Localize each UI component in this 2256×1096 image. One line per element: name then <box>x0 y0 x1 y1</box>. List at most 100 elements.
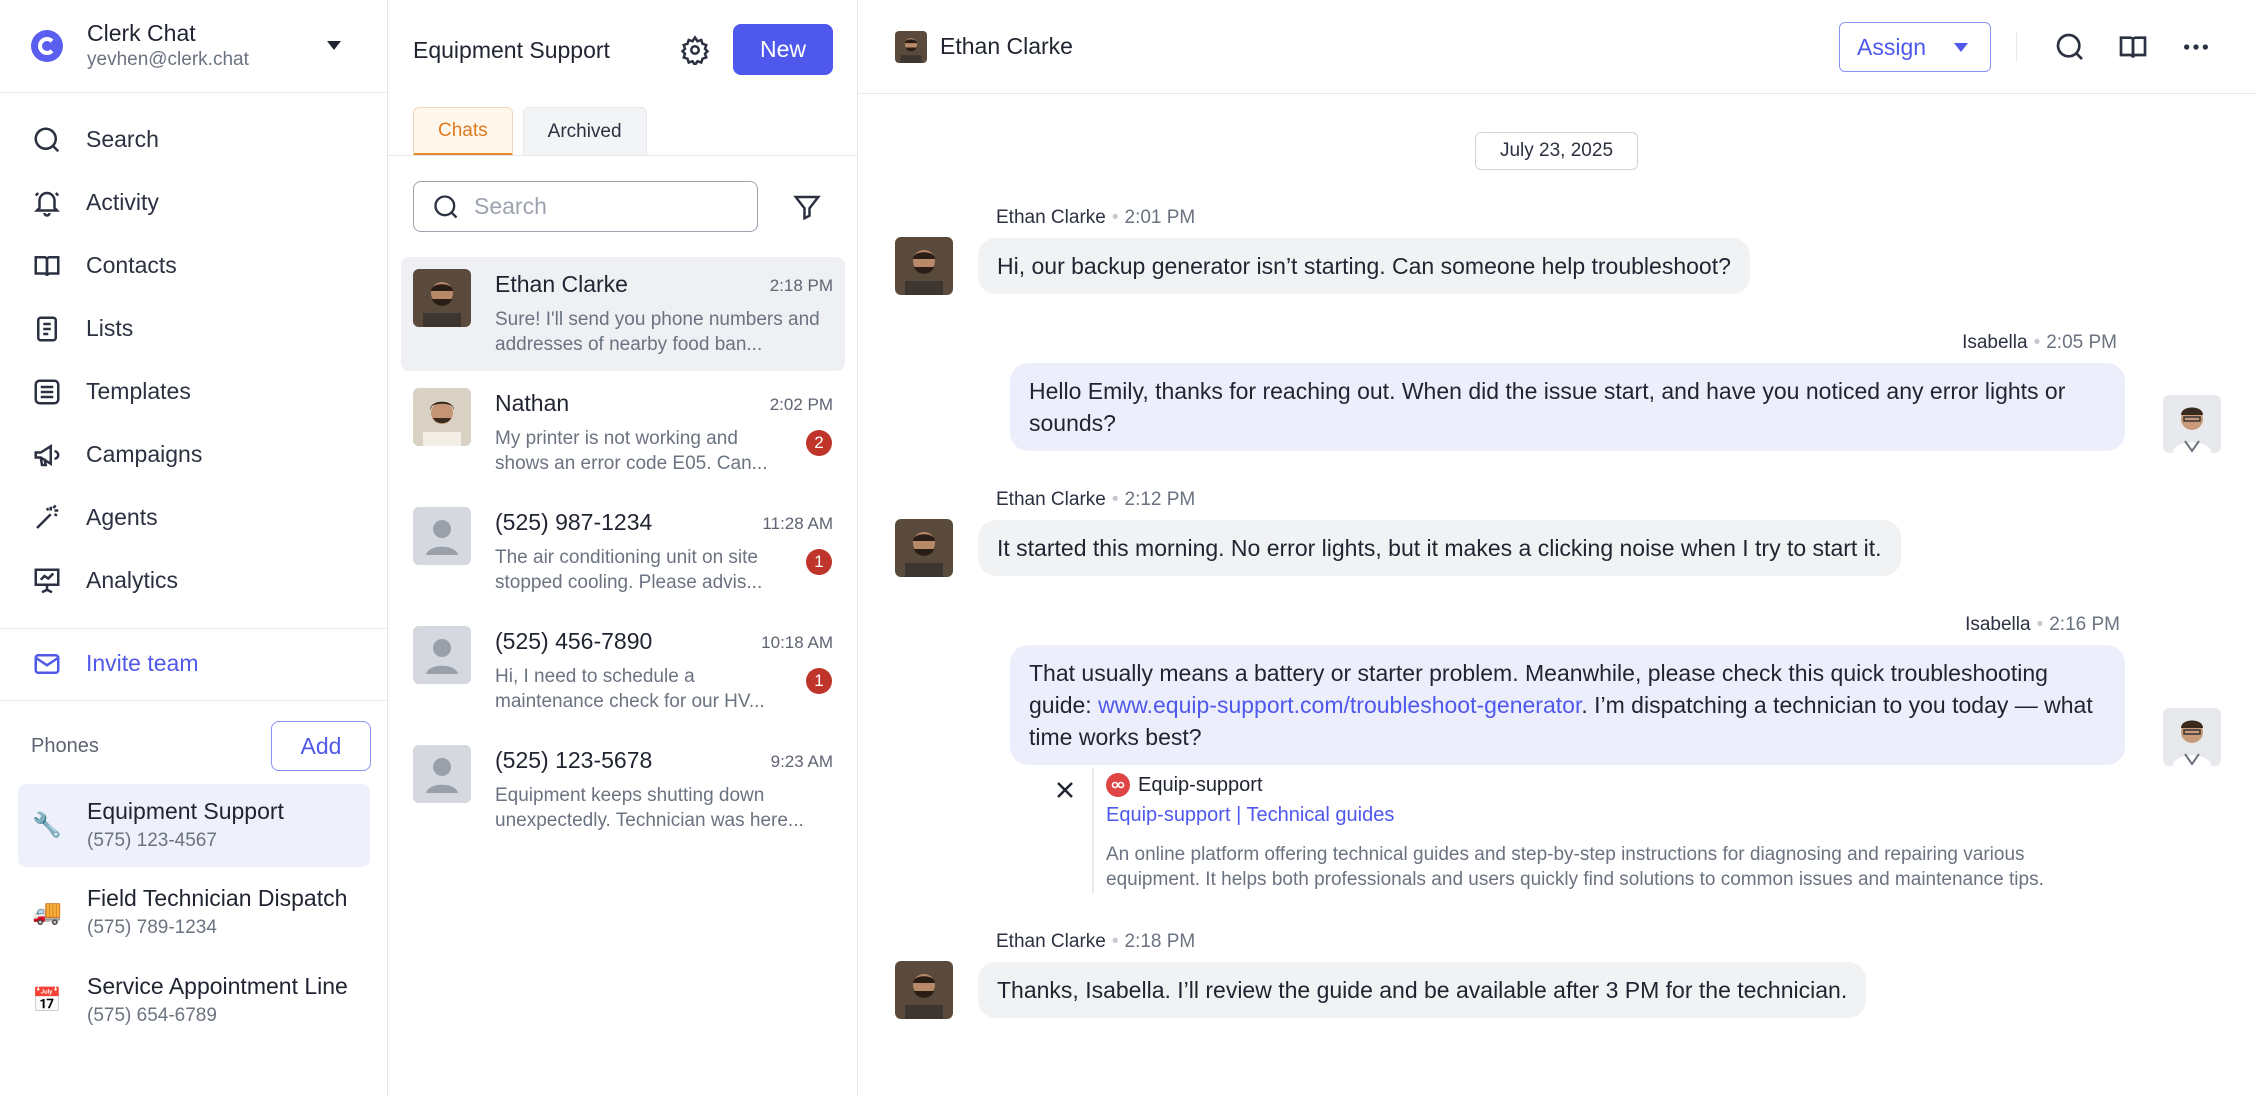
nav-item-activity[interactable]: Activity <box>0 171 387 234</box>
phone-number: (575) 123-4567 <box>87 829 217 851</box>
chat-header: Ethan Clarke Assign <box>858 0 2256 94</box>
add-phone-button[interactable]: Add <box>271 721 371 771</box>
avatar <box>2163 708 2221 766</box>
nav-label: Templates <box>86 378 191 404</box>
account-switcher[interactable]: Clerk Chat yevhen@clerk.chat <box>0 0 387 93</box>
search-input[interactable] <box>474 193 734 220</box>
unread-badge: 1 <box>806 668 832 694</box>
avatar <box>895 961 953 1019</box>
nav-label: Analytics <box>86 567 179 593</box>
link-preview-card: Equip-support Equip-support | Technical … <box>1053 768 2113 893</box>
list-icon <box>37 316 57 341</box>
nav-item-search[interactable]: Search <box>0 108 387 171</box>
nav-item-templates[interactable]: Templates <box>0 360 387 423</box>
phone-item-equipment-support[interactable]: 🔧 Equipment Support (575) 123-4567 <box>18 784 370 867</box>
mail-icon <box>34 653 60 674</box>
templates-icon <box>34 379 60 404</box>
message-bubble: Thanks, Isabella. I’ll review the guide … <box>978 962 1867 1018</box>
message-meta: Ethan Clarke • 2:01 PM <box>996 207 1196 228</box>
invite-team-label: Invite team <box>86 650 199 676</box>
calendar-icon: 📅 <box>32 987 62 1014</box>
conversation-name: Ethan Clarke <box>495 271 628 297</box>
sender-name: Isabella <box>1962 332 2028 353</box>
nav-item-contacts[interactable]: Contacts <box>0 234 387 297</box>
invite-team-link[interactable]: Invite team <box>0 632 388 695</box>
avatar <box>895 31 927 63</box>
conversation-preview: Hi, I need to schedule a maintenance che… <box>495 666 765 712</box>
conversation-time: 11:28 AM <box>762 514 833 533</box>
message-meta: Ethan Clarke • 2:18 PM <box>996 931 1196 952</box>
wrench-icon: 🔧 <box>32 812 62 839</box>
conversation-item[interactable]: (525) 987-1234 11:28 AM The air conditio… <box>401 495 845 609</box>
nav-item-lists[interactable]: Lists <box>0 297 387 360</box>
message-meta: Ethan Clarke • 2:12 PM <box>996 489 1196 510</box>
avatar-placeholder-icon <box>413 745 471 803</box>
avatar <box>413 388 471 446</box>
conversation-time: 2:02 PM <box>769 395 833 414</box>
inbox-title: Equipment Support <box>413 36 610 63</box>
filter-icon[interactable] <box>792 192 822 222</box>
avatar <box>895 237 953 295</box>
divider <box>0 700 388 701</box>
app-window: Clerk Chat yevhen@clerk.chat Search Acti… <box>0 0 2256 1096</box>
avatar <box>413 269 471 327</box>
nav-item-agents[interactable]: Agents <box>0 486 387 549</box>
nav-label: Search <box>86 126 159 152</box>
gear-icon[interactable] <box>680 35 710 65</box>
conversation-item[interactable]: Nathan 2:02 PM My printer is not working… <box>401 376 845 490</box>
sender-name: Ethan Clarke <box>996 489 1106 510</box>
phone-item-service-appointment-line[interactable]: 📅 Service Appointment Line (575) 654-678… <box>18 959 370 1042</box>
new-conversation-button[interactable]: New <box>733 24 833 75</box>
nav-label: Agents <box>86 504 158 530</box>
search-icon <box>434 194 458 218</box>
phone-item-field-technician-dispatch[interactable]: 🚚 Field Technician Dispatch (575) 789-12… <box>18 871 370 954</box>
message-time: 2:18 PM <box>1124 931 1196 952</box>
message-meta: Isabella • 2:16 PM <box>1965 614 2120 635</box>
link-preview-site: Equip-support <box>1106 773 1263 797</box>
nav-item-campaigns[interactable]: Campaigns <box>0 423 387 486</box>
conversation-item[interactable]: (525) 456-7890 10:18 AM Hi, I need to sc… <box>401 614 845 728</box>
avatar <box>895 519 953 577</box>
date-separator: July 23, 2025 <box>1475 132 1638 170</box>
nav-label: Campaigns <box>86 441 203 467</box>
megaphone-icon <box>34 443 60 466</box>
divider <box>2016 32 2017 62</box>
tab-chats[interactable]: Chats <box>413 107 513 156</box>
nav-label: Lists <box>86 315 134 341</box>
account-email: yevhen@clerk.chat <box>87 49 249 70</box>
message-time: 2:12 PM <box>1124 489 1196 510</box>
conversation-item[interactable]: Ethan Clarke 2:18 PM Sure! I'll send you… <box>401 257 845 371</box>
conversation-preview: My printer is not working and shows an e… <box>495 428 768 474</box>
assign-label: Assign <box>1857 33 1927 60</box>
chat-contact-name[interactable]: Ethan Clarke <box>940 33 1073 60</box>
sender-name: Ethan Clarke <box>996 931 1106 952</box>
nav-item-analytics[interactable]: Analytics <box>0 549 387 612</box>
chevron-down-icon[interactable] <box>327 41 341 50</box>
presentation-icon <box>34 568 60 593</box>
message-bubble: Hello Emily, thanks for reaching out. Wh… <box>1010 363 2125 451</box>
tab-archived[interactable]: Archived <box>522 107 647 156</box>
message-bubble: Hi, our backup generator isn’t starting.… <box>978 238 1750 294</box>
assign-button[interactable]: Assign <box>1839 22 1991 72</box>
chat-panel: Ethan Clarke Assign July 23, 2025 Ethan … <box>858 0 2256 1096</box>
book-open-icon[interactable] <box>2117 31 2149 63</box>
divider <box>388 155 858 156</box>
more-options-icon[interactable] <box>2180 31 2212 63</box>
message-meta: Isabella • 2:05 PM <box>1962 332 2117 353</box>
divider <box>0 628 388 629</box>
close-icon[interactable] <box>1053 778 1077 802</box>
divider <box>1092 768 1094 893</box>
account-name: Clerk Chat <box>87 20 196 46</box>
conversation-item[interactable]: (525) 123-5678 9:23 AM Equipment keeps s… <box>401 733 845 847</box>
conversation-search[interactable] <box>413 181 758 232</box>
conversation-name: (525) 456-7890 <box>495 628 653 654</box>
link-preview-title[interactable]: Equip-support | Technical guides <box>1106 804 1394 827</box>
book-icon <box>34 255 60 276</box>
search-icon <box>34 127 60 152</box>
nav-label: Contacts <box>86 252 177 278</box>
troubleshoot-link[interactable]: www.equip-support.com/troubleshoot-gener… <box>1098 692 1581 718</box>
chevron-down-icon <box>1954 43 1968 52</box>
link-preview-site-name: Equip-support <box>1138 773 1263 796</box>
search-icon[interactable] <box>2054 31 2086 63</box>
unread-badge: 2 <box>806 430 832 456</box>
